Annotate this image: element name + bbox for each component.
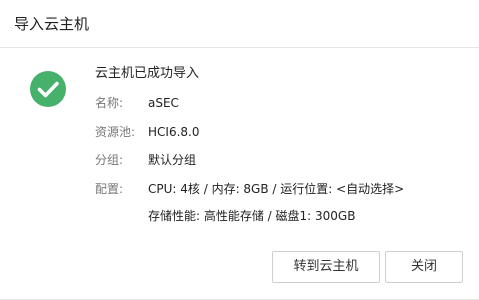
pool-value: HCI6.8.0 xyxy=(148,125,200,139)
import-vm-dialog: 导入云主机 云主机已成功导入 名称: aSEC 资源池: HCI6.8.0 分组… xyxy=(0,0,479,300)
title-divider xyxy=(0,47,479,48)
close-button[interactable]: 关闭 xyxy=(385,251,463,283)
group-value: 默认分组 xyxy=(148,153,197,167)
config-label: 配置: xyxy=(95,182,124,196)
check-circle-icon xyxy=(30,71,66,107)
name-label: 名称: xyxy=(95,96,124,110)
config-value-line1: CPU: 4核 / 内存: 8GB / 运行位置: <自动选择> xyxy=(148,182,405,196)
dialog-title: 导入云主机 xyxy=(14,15,90,33)
group-label: 分组: xyxy=(95,153,124,167)
config-value-line2: 存储性能: 高性能存储 / 磁盘1: 300GB xyxy=(148,209,356,223)
success-message: 云主机已成功导入 xyxy=(95,66,200,81)
goto-vm-button[interactable]: 转到云主机 xyxy=(272,251,380,283)
name-value: aSEC xyxy=(148,96,179,110)
pool-label: 资源池: xyxy=(95,125,136,139)
